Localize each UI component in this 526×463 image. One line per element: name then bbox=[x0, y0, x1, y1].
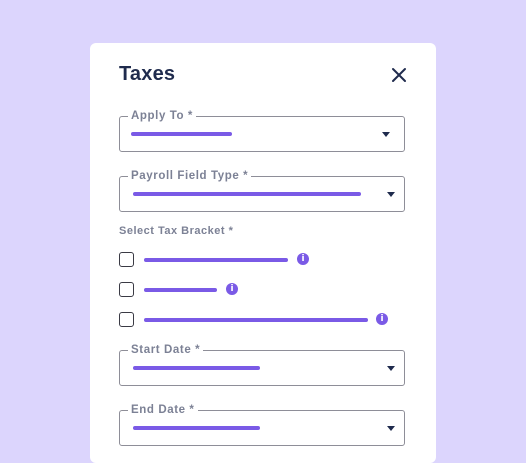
chevron-down-icon bbox=[382, 132, 390, 137]
info-icon[interactable]: i bbox=[226, 283, 238, 295]
info-icon[interactable]: i bbox=[376, 313, 388, 325]
end-date-label: End Date * bbox=[128, 403, 198, 417]
start-date-label: Start Date * bbox=[128, 343, 204, 357]
start-date-select[interactable]: Start Date * bbox=[119, 343, 405, 386]
end-date-value-placeholder bbox=[133, 426, 260, 430]
tax-bracket-option-text-placeholder bbox=[144, 258, 288, 262]
tax-bracket-label: Select Tax Bracket * bbox=[119, 225, 234, 237]
tax-bracket-checkbox[interactable] bbox=[119, 282, 134, 297]
info-icon[interactable]: i bbox=[297, 253, 309, 265]
apply-to-label: Apply To * bbox=[128, 109, 197, 123]
chevron-down-icon bbox=[387, 426, 395, 431]
tax-bracket-option-text-placeholder bbox=[144, 288, 217, 292]
chevron-down-icon bbox=[387, 366, 395, 371]
chevron-down-icon bbox=[387, 192, 395, 197]
payroll-field-type-value-placeholder bbox=[133, 192, 361, 196]
payroll-field-type-select[interactable]: Payroll Field Type * bbox=[119, 169, 405, 212]
taxes-modal: Taxes Apply To * Payroll Field Type * Se… bbox=[90, 43, 436, 463]
apply-to-value-placeholder bbox=[131, 132, 232, 136]
tax-bracket-checkbox[interactable] bbox=[119, 252, 134, 267]
close-icon[interactable] bbox=[390, 66, 408, 84]
modal-title: Taxes bbox=[119, 63, 176, 85]
start-date-value-placeholder bbox=[133, 366, 260, 370]
tax-bracket-option: i bbox=[119, 252, 349, 270]
tax-bracket-checkbox[interactable] bbox=[119, 312, 134, 327]
payroll-field-type-label: Payroll Field Type * bbox=[128, 169, 252, 183]
end-date-select[interactable]: End Date * bbox=[119, 403, 405, 446]
tax-bracket-option: i bbox=[119, 312, 419, 330]
tax-bracket-option-text-placeholder bbox=[144, 318, 368, 322]
tax-bracket-option: i bbox=[119, 282, 349, 300]
apply-to-select[interactable]: Apply To * bbox=[119, 109, 405, 152]
